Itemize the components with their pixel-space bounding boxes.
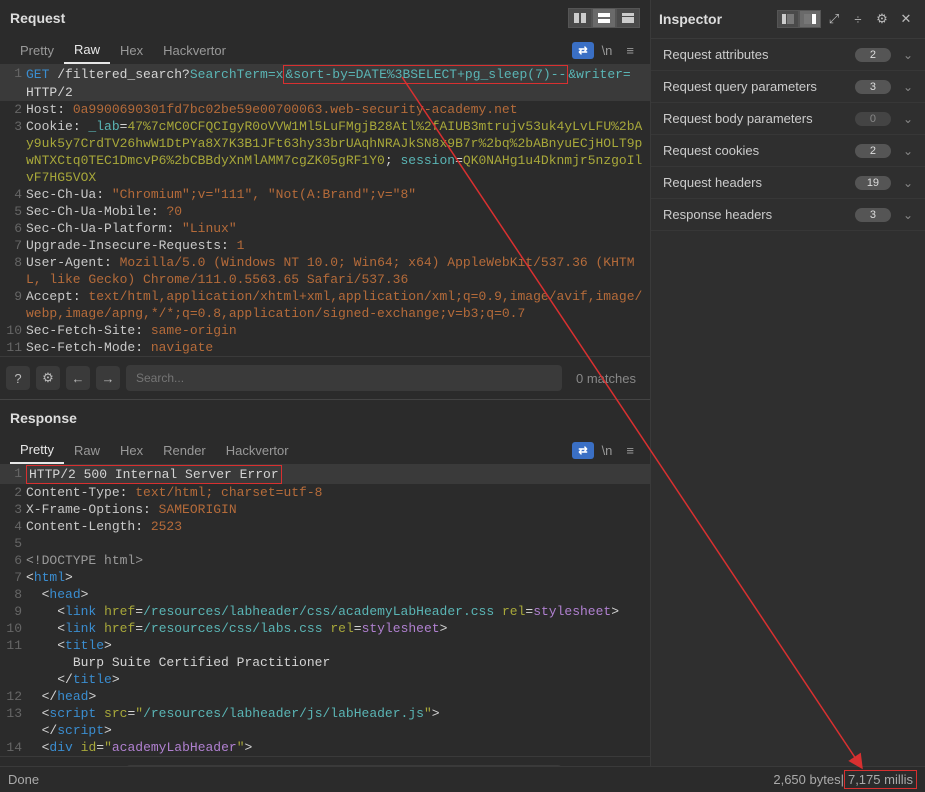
next-match-button[interactable]: →: [96, 366, 120, 390]
inspector-row-label: Response headers: [663, 207, 855, 222]
tab-hex[interactable]: Hex: [110, 438, 153, 463]
wrap-toggle[interactable]: \n: [596, 41, 619, 60]
wrap-toggle[interactable]: \n: [596, 441, 619, 460]
inspector-layout-toggle[interactable]: [777, 10, 821, 28]
count-badge: 3: [855, 80, 891, 94]
layout-left-icon[interactable]: [777, 10, 799, 28]
chevron-down-icon: ⌄: [903, 208, 913, 222]
actions-chip[interactable]: ⇄: [572, 42, 593, 59]
collapse-icon[interactable]: ÷: [847, 9, 869, 29]
status-bytes: 2,650 bytes: [773, 772, 840, 787]
tab-hex[interactable]: Hex: [110, 38, 153, 63]
gear-icon[interactable]: ⚙: [871, 9, 893, 29]
chevron-down-icon: ⌄: [903, 112, 913, 126]
request-title: Request: [10, 10, 65, 26]
chevron-down-icon: ⌄: [903, 176, 913, 190]
tab-raw[interactable]: Raw: [64, 37, 110, 64]
help-icon[interactable]: ?: [6, 366, 30, 390]
request-match-count: 0 matches: [568, 371, 644, 386]
layout-vertical-icon[interactable]: [592, 8, 616, 28]
count-badge: 0: [855, 112, 891, 126]
highlighted-payload: &sort-by=DATE%3BSELECT+pg_sleep(7)--: [283, 65, 568, 84]
prev-match-button[interactable]: ←: [66, 366, 90, 390]
count-badge: 2: [855, 48, 891, 62]
layout-horizontal-icon[interactable]: [568, 8, 592, 28]
chevron-down-icon: ⌄: [903, 144, 913, 158]
hamburger-icon[interactable]: ≡: [620, 41, 640, 60]
expand-up-icon[interactable]: ⤢: [823, 9, 845, 29]
chevron-down-icon: ⌄: [903, 80, 913, 94]
tab-pretty[interactable]: Pretty: [10, 38, 64, 63]
close-icon[interactable]: ✕: [895, 9, 917, 29]
inspector-row-5[interactable]: Response headers3 ⌄: [651, 199, 925, 231]
highlighted-status-line: HTTP/2 500 Internal Server Error: [26, 465, 282, 484]
status-done: Done: [8, 772, 39, 787]
inspector-row-2[interactable]: Request body parameters0 ⌄: [651, 103, 925, 135]
inspector-row-4[interactable]: Request headers19 ⌄: [651, 167, 925, 199]
request-search-input[interactable]: [126, 365, 562, 391]
count-badge: 19: [855, 176, 891, 190]
gear-icon[interactable]: ⚙: [36, 366, 60, 390]
inspector-row-1[interactable]: Request query parameters3 ⌄: [651, 71, 925, 103]
http-method: GET: [26, 67, 49, 82]
inspector-row-label: Request cookies: [663, 143, 855, 158]
layout-tabs-icon[interactable]: [616, 8, 640, 28]
response-title: Response: [10, 410, 77, 426]
hamburger-icon[interactable]: ≡: [620, 441, 640, 460]
inspector-row-3[interactable]: Request cookies2 ⌄: [651, 135, 925, 167]
layout-right-icon[interactable]: [799, 10, 821, 28]
tab-raw[interactable]: Raw: [64, 438, 110, 463]
tab-render[interactable]: Render: [153, 438, 216, 463]
inspector-row-label: Request body parameters: [663, 111, 855, 126]
request-editor[interactable]: 1GET /filtered_search?SearchTerm=x&sort-…: [0, 65, 650, 356]
count-badge: 2: [855, 144, 891, 158]
actions-chip[interactable]: ⇄: [572, 442, 593, 459]
tab-pretty[interactable]: Pretty: [10, 437, 64, 464]
inspector-title: Inspector: [659, 11, 773, 27]
inspector-row-label: Request query parameters: [663, 79, 855, 94]
tab-hackvertor[interactable]: Hackvertor: [153, 38, 236, 63]
status-millis: 7,175 millis: [844, 770, 917, 789]
tab-hackvertor[interactable]: Hackvertor: [216, 438, 299, 463]
response-editor[interactable]: 1HTTP/2 500 Internal Server Error 2Conte…: [0, 465, 650, 756]
inspector-row-label: Request headers: [663, 175, 855, 190]
count-badge: 3: [855, 208, 891, 222]
request-layout-toggle[interactable]: [568, 8, 640, 28]
inspector-row-0[interactable]: Request attributes2 ⌄: [651, 39, 925, 71]
inspector-row-label: Request attributes: [663, 47, 855, 62]
chevron-down-icon: ⌄: [903, 48, 913, 62]
